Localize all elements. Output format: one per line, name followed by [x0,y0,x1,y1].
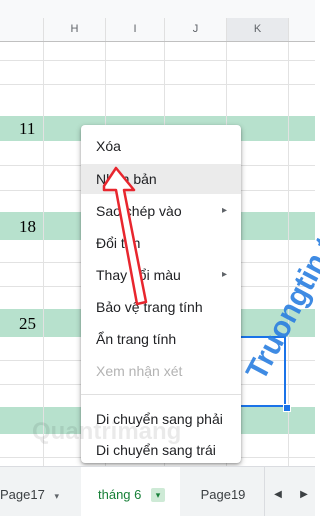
sheet-tab-bar: Page17 ▾ tháng 6 ▾ Page19 ◀ ▶ [0,466,315,516]
scroll-tabs-right-icon[interactable]: ▶ [291,467,317,516]
scroll-tabs-left-icon[interactable]: ◀ [264,467,291,516]
sheet-tab-label: tháng 6 [98,487,142,502]
annotation-arrow-icon [102,166,148,306]
tab-dropdown-icon[interactable]: ▾ [151,487,165,502]
sheet-tab-label: Page17 [0,487,45,502]
tab-dropdown-icon[interactable]: ▾ [54,491,59,501]
sheet-tab-page17[interactable]: Page17 ▾ [0,467,76,516]
sheet-tab-thang-6[interactable]: tháng 6 ▾ [81,467,180,516]
sheet-tab-page19[interactable]: Page19 [186,467,260,516]
